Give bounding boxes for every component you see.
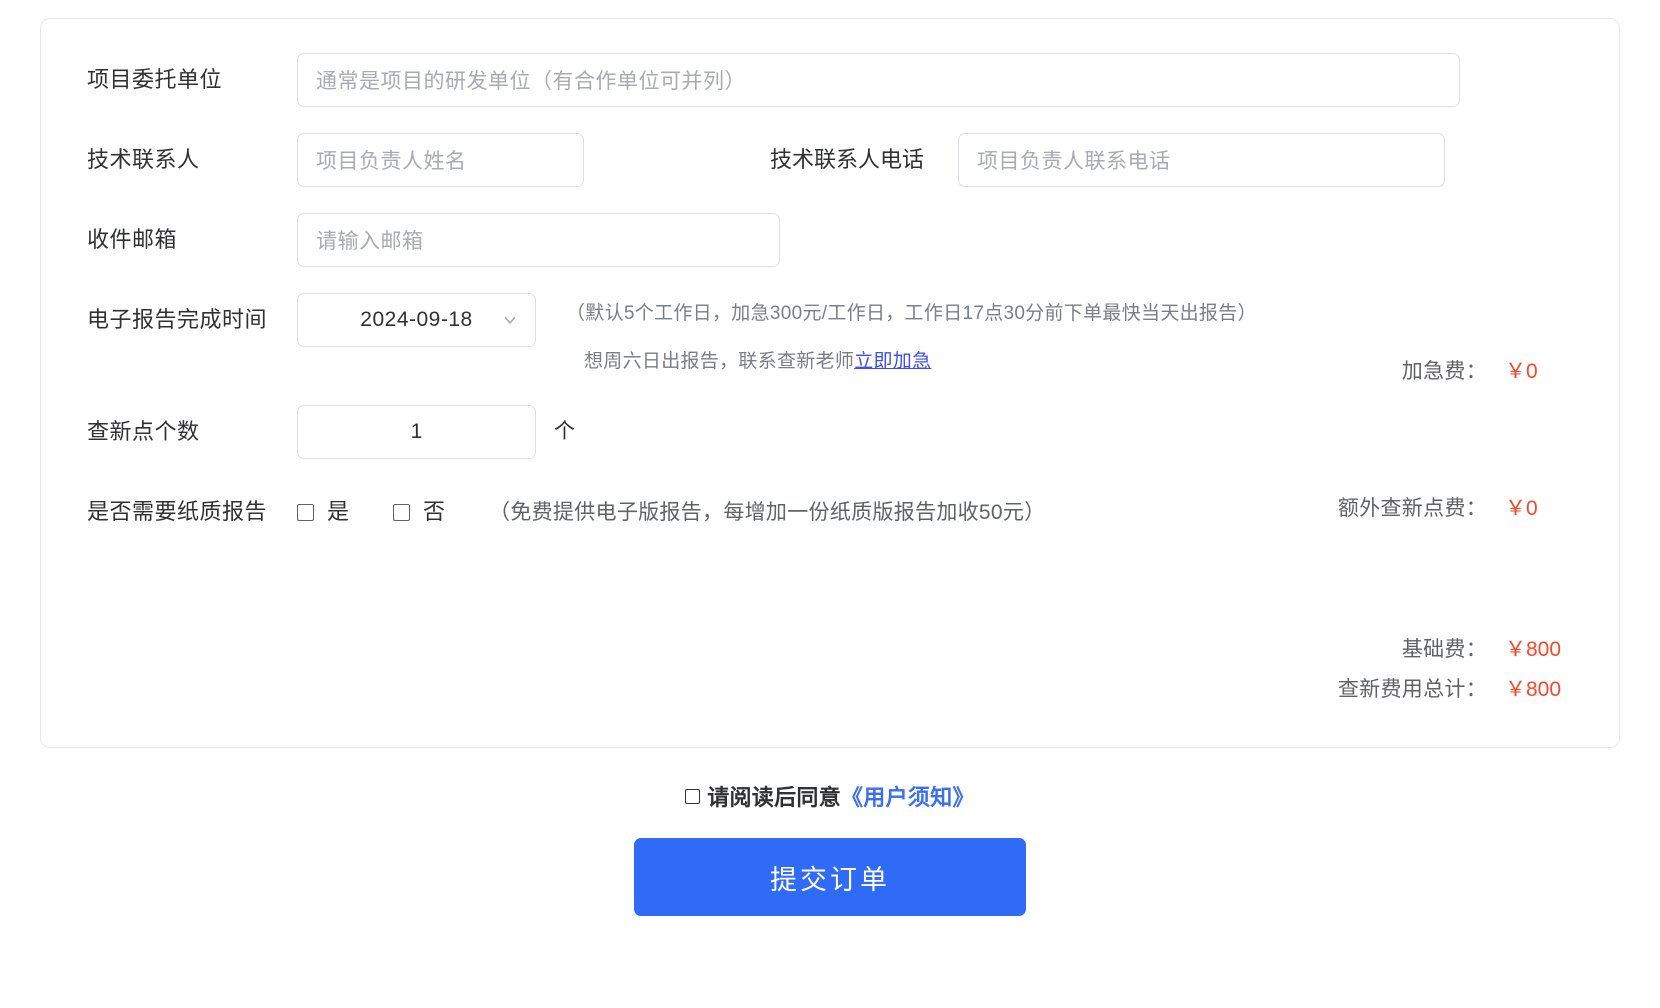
- paper-report-note: （免费提供电子版报告，每增加一份纸质版报告加收50元）: [489, 500, 1046, 524]
- checkbox-icon-yes[interactable]: [297, 503, 314, 521]
- submit-order-button[interactable]: 提交订单: [634, 838, 1026, 916]
- label-tech-contact: 技术联系人: [87, 147, 200, 172]
- rush-now-link[interactable]: 立即加急: [854, 351, 931, 372]
- form-row-tech-contact: 技术联系人 项目负责人姓名 技术联系人电话 项目负责人联系电话: [87, 133, 1573, 187]
- client-unit-input[interactable]: 通常是项目的研发单位（有合作单位可并列）: [297, 53, 1460, 107]
- label-report-date: 电子报告完成时间: [87, 307, 268, 332]
- agreement-row: 请阅读后同意 《用户须知》: [40, 780, 1620, 812]
- paper-report-yes-option[interactable]: 是: [297, 501, 349, 523]
- report-date-select[interactable]: 2024-09-18: [297, 293, 536, 347]
- form-row-client-unit: 项目委托单位 通常是项目的研发单位（有合作单位可并列）: [87, 53, 1573, 107]
- price-row-base: 基础费： ￥800: [1297, 633, 1573, 663]
- agreement-text: 请阅读后同意: [707, 785, 841, 810]
- report-note-primary: （默认5个工作日，加急300元/工作日，工作日17点30分前下单最快当天出报告）: [566, 303, 1257, 324]
- label-tech-phone: 技术联系人电话: [770, 147, 925, 172]
- user-notice-link[interactable]: 《用户须知》: [841, 780, 975, 812]
- report-date-notes: （默认5个工作日，加急300元/工作日，工作日17点30分前下单最快当天出报告）…: [566, 293, 1266, 379]
- label-client-unit: 项目委托单位: [87, 67, 223, 92]
- report-note-secondary: 想周六日出报告，联系查新老师立即加急: [566, 345, 1266, 379]
- tech-contact-placeholder: 项目负责人姓名: [316, 150, 467, 173]
- submit-row: 提交订单: [40, 838, 1620, 916]
- tech-phone-input[interactable]: 项目负责人联系电话: [958, 133, 1446, 187]
- report-date-value: 2024-09-18: [360, 308, 473, 331]
- report-note-secondary-text: 想周六日出报告，联系查新老师: [584, 351, 855, 372]
- paper-report-no-option[interactable]: 否: [393, 501, 445, 523]
- price-label-extra: 额外查新点费：: [1337, 497, 1487, 520]
- checkbox-icon-no[interactable]: [393, 503, 411, 521]
- paper-report-no-label: 否: [423, 499, 446, 524]
- form-row-email: 收件邮箱 请输入邮箱: [87, 213, 1573, 267]
- email-placeholder: 请输入邮箱: [316, 230, 424, 253]
- price-value-extra: ￥0: [1505, 497, 1538, 520]
- paper-report-yes-label: 是: [327, 499, 350, 524]
- price-value-base: ￥800: [1505, 638, 1562, 661]
- price-label-base: 基础费：: [1401, 638, 1487, 661]
- label-novelty-points: 查新点个数: [87, 419, 200, 444]
- novelty-points-input[interactable]: 1: [297, 405, 536, 459]
- chevron-down-icon: [501, 311, 519, 329]
- price-value-total: ￥800: [1505, 678, 1562, 701]
- price-label-rush: 加急费：: [1401, 360, 1487, 383]
- price-row-extra: 额外查新点费： ￥0: [1297, 492, 1573, 522]
- tech-phone-placeholder: 项目负责人联系电话: [977, 150, 1171, 173]
- price-summary: 加急费： ￥0 额外查新点费： ￥0 基础费： ￥800 查新费用总计： ￥80…: [1199, 337, 1619, 737]
- price-value-rush: ￥0: [1505, 360, 1538, 383]
- label-paper-report: 是否需要纸质报告: [87, 499, 268, 524]
- email-input[interactable]: 请输入邮箱: [297, 213, 780, 267]
- order-form-page: 项目委托单位 通常是项目的研发单位（有合作单位可并列） 技术联系人 项目负责人姓…: [0, 0, 1660, 916]
- client-unit-placeholder: 通常是项目的研发单位（有合作单位可并列）: [316, 70, 746, 93]
- price-label-total: 查新费用总计：: [1337, 678, 1487, 701]
- price-row-rush: 加急费： ￥0: [1297, 355, 1573, 385]
- novelty-points-unit: 个: [554, 420, 575, 443]
- agreement-checkbox-icon[interactable]: [685, 788, 701, 804]
- novelty-points-value: 1: [410, 420, 423, 443]
- tech-contact-input[interactable]: 项目负责人姓名: [297, 133, 584, 187]
- price-row-total: 查新费用总计： ￥800: [1297, 673, 1573, 703]
- order-form-card: 项目委托单位 通常是项目的研发单位（有合作单位可并列） 技术联系人 项目负责人姓…: [40, 18, 1620, 748]
- label-email: 收件邮箱: [87, 227, 178, 252]
